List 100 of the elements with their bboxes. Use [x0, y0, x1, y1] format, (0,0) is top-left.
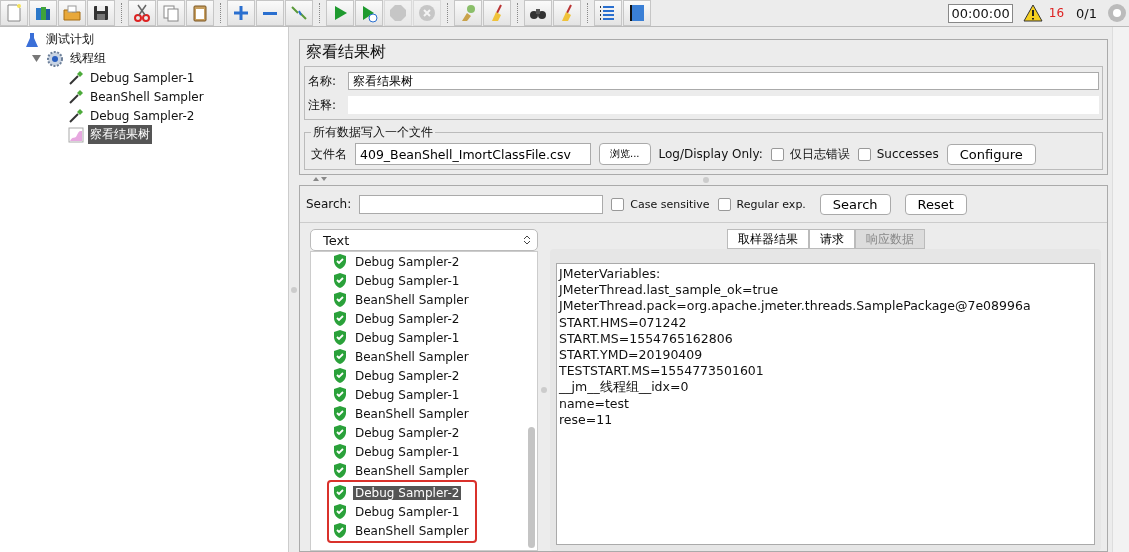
shield-check-icon	[333, 273, 347, 288]
result-item[interactable]: Debug Sampler-2	[353, 254, 462, 269]
pipette-icon	[68, 107, 84, 124]
tab[interactable]: 取样器结果	[726, 229, 809, 249]
plus-icon	[231, 3, 251, 23]
books-button[interactable]	[29, 0, 57, 26]
warning-count: 16	[1048, 6, 1065, 20]
shield-check-icon	[333, 292, 347, 307]
configure-button[interactable]: Configure	[946, 143, 1036, 165]
close-circle-icon	[417, 3, 437, 23]
result-item[interactable]: Debug Sampler-2	[353, 485, 462, 500]
checkbox-label: Successes	[876, 147, 939, 161]
renderer-dropdown[interactable]: Text	[310, 229, 538, 251]
result-item[interactable]: Debug Sampler-2	[353, 311, 462, 326]
log-display-label: Log/Display Only:	[658, 147, 763, 161]
response-line: __jm__线程组__idx=0	[559, 379, 690, 396]
browse-button[interactable]: 浏览...	[599, 143, 651, 165]
tree-item[interactable]: Debug Sampler-2	[88, 107, 197, 124]
response-line: START.MS=1554765162806	[559, 330, 734, 347]
checkbox[interactable]	[770, 147, 784, 161]
scrollbar-thumb[interactable]	[528, 427, 535, 548]
expand-arrow-icon[interactable]	[31, 54, 41, 63]
result-item[interactable]: Debug Sampler-2	[353, 368, 462, 383]
tree-item[interactable]: BeanShell Sampler	[88, 88, 206, 105]
response-line: JMeterVariables:	[559, 266, 662, 283]
search-field[interactable]	[359, 194, 604, 214]
result-item[interactable]: Debug Sampler-1	[353, 273, 462, 288]
shield-check-icon	[333, 406, 347, 421]
result-item[interactable]: Debug Sampler-1	[353, 504, 462, 519]
scissors-icon	[132, 3, 152, 23]
shield-check-icon	[333, 444, 347, 459]
floppy-disk-button[interactable]	[87, 0, 115, 26]
pipette-icon	[68, 69, 84, 86]
pipette-icon	[68, 88, 84, 105]
comment-label: 注释:	[308, 96, 338, 114]
search-label: Search:	[306, 197, 352, 211]
response-line: name=test	[559, 395, 630, 412]
tab[interactable]: 请求	[808, 229, 855, 249]
reset-button[interactable]: Reset	[904, 193, 967, 215]
minus-button[interactable]	[256, 0, 284, 26]
shield-check-icon	[333, 485, 347, 500]
result-item[interactable]: BeanShell Sampler	[353, 406, 471, 421]
shield-check-icon	[333, 311, 347, 326]
checkbox[interactable]	[717, 197, 731, 211]
broom-button[interactable]	[483, 0, 511, 26]
shield-check-icon	[333, 330, 347, 345]
result-item[interactable]: BeanShell Sampler	[353, 463, 471, 478]
collapse-arrows-icon[interactable]	[313, 176, 327, 182]
chart-icon	[68, 126, 84, 143]
shield-check-icon	[333, 425, 347, 440]
copy-icon	[161, 3, 181, 23]
minus-icon	[262, 10, 278, 16]
shield-check-icon	[333, 504, 347, 519]
binoculars-button[interactable]	[524, 0, 552, 26]
checkbox[interactable]	[611, 197, 625, 211]
name-label: 名称:	[308, 72, 338, 90]
gear-icon	[46, 49, 64, 68]
response-line: START.YMD=20190409	[559, 347, 704, 364]
shield-check-icon	[333, 254, 347, 269]
response-line: START.HMS=071242	[559, 314, 688, 331]
response-line: TESTSTART.MS=1554773501601	[559, 363, 765, 380]
shield-check-icon	[333, 387, 347, 402]
tree-item[interactable]: 线程组	[68, 49, 108, 68]
result-item[interactable]: Debug Sampler-1	[353, 330, 462, 345]
name-field[interactable]: 察看结果树	[348, 72, 1099, 90]
stop-icon	[388, 3, 408, 23]
list-button[interactable]	[594, 0, 622, 26]
tree-item[interactable]: Debug Sampler-1	[88, 69, 197, 86]
result-item[interactable]: BeanShell Sampler	[353, 292, 471, 307]
group-title: 所有数据写入一个文件	[312, 124, 434, 141]
folder-icon	[62, 3, 82, 23]
wand-button[interactable]	[285, 0, 313, 26]
clipboard-button[interactable]	[186, 0, 214, 26]
help-button[interactable]	[623, 0, 651, 26]
shield-check-icon	[333, 349, 347, 364]
checkbox[interactable]	[857, 147, 871, 161]
shield-check-icon	[333, 463, 347, 478]
panel-title: 察看结果树	[305, 41, 387, 63]
checkbox-label: Case sensitive	[630, 197, 710, 211]
plus-button[interactable]	[227, 0, 255, 26]
tree-item[interactable]: 察看结果树	[88, 125, 152, 144]
filename-field[interactable]: 409_BeanShell_ImortClassFile.csv	[355, 143, 591, 165]
result-item[interactable]: BeanShell Sampler	[353, 523, 471, 538]
flask-icon	[24, 31, 40, 48]
response-line: rese=11	[559, 411, 614, 429]
result-item[interactable]: Debug Sampler-1	[353, 387, 462, 402]
tree-item[interactable]: 测试计划	[44, 30, 96, 49]
scissors-button[interactable]	[128, 0, 156, 26]
scrollbar[interactable]	[1112, 27, 1129, 552]
play-circle-button[interactable]	[355, 0, 383, 26]
response-line: JMeterThread.last_sample_ok=true	[559, 282, 780, 299]
result-item[interactable]: BeanShell Sampler	[353, 349, 471, 364]
warning-icon	[1022, 4, 1043, 22]
elapsed-time: 00:00:00	[948, 3, 1013, 23]
result-item[interactable]: Debug Sampler-2	[353, 425, 462, 440]
search-button[interactable]: Search	[819, 193, 891, 215]
result-item[interactable]: Debug Sampler-1	[353, 444, 462, 459]
play-button[interactable]	[326, 0, 354, 26]
new-document-icon	[4, 3, 24, 23]
filename-label: 文件名	[311, 145, 347, 163]
